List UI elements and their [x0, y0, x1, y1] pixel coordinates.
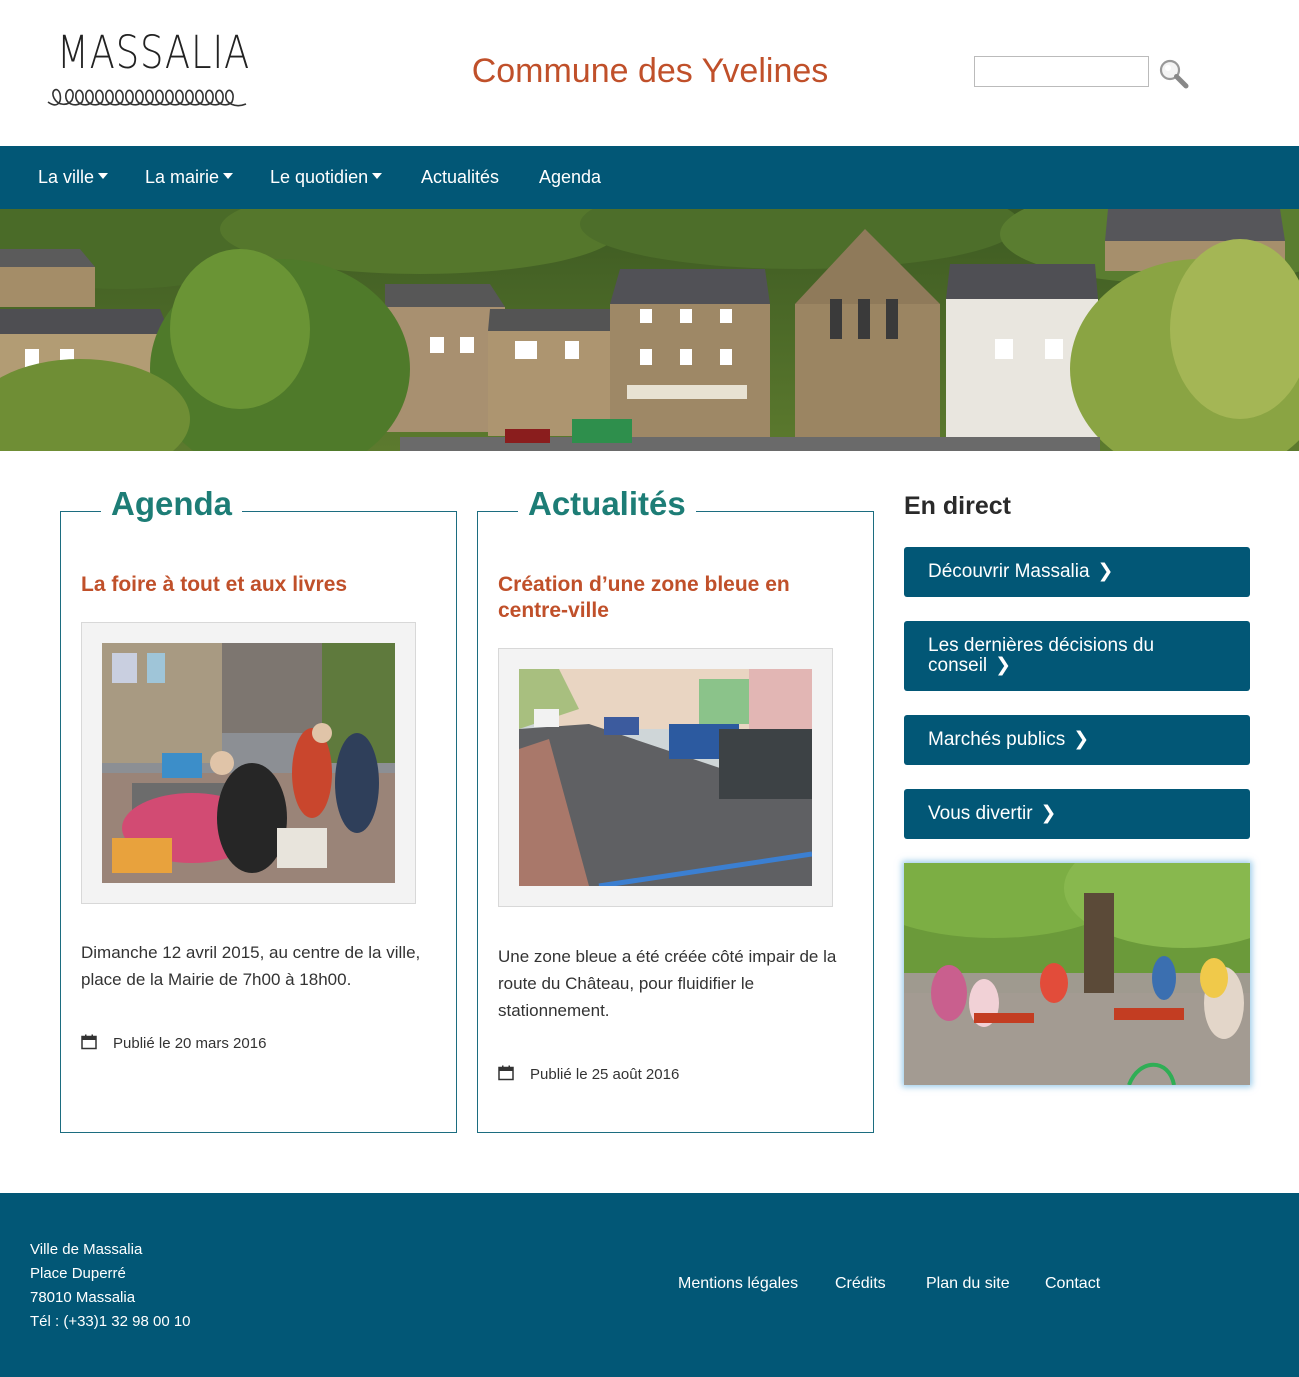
street-photo	[519, 669, 812, 886]
flea-market-photo	[102, 643, 395, 883]
hero-banner-image	[0, 209, 1299, 451]
village-photo	[0, 209, 1299, 451]
button-label: Découvrir Massalia	[928, 561, 1090, 582]
site-logo[interactable]: MASSALIA	[46, 26, 250, 112]
chevron-right-icon: ❯	[1040, 803, 1057, 824]
nav-item-label: Agenda	[539, 167, 602, 187]
footer-link-sitemap[interactable]: Plan du site	[926, 1275, 1010, 1293]
nav-item-la-mairie[interactable]: La mairie	[145, 166, 234, 188]
button-label: Vous divertir	[928, 803, 1033, 824]
caret-down-icon	[372, 173, 383, 180]
magnifier-icon	[1159, 59, 1189, 89]
site-footer: Ville de Massalia Place Duperré 78010 Ma…	[0, 1193, 1299, 1377]
nav-item-le-quotidien[interactable]: Le quotidien	[270, 166, 383, 188]
nav-item-label: La ville	[38, 167, 95, 187]
logo-text: MASSALIA	[57, 26, 251, 79]
button-label: Marchés publics	[928, 729, 1066, 750]
agenda-published: Publié le 20 mars 2016	[81, 1034, 267, 1052]
footer-link-contact[interactable]: Contact	[1045, 1275, 1100, 1293]
news-photo-frame[interactable]	[498, 648, 833, 907]
news-text: Une zone bleue a été créée côté impair d…	[498, 947, 837, 1020]
footer-address: Ville de Massalia Place Duperré 78010 Ma…	[30, 1238, 191, 1334]
playground-photo[interactable]	[904, 863, 1250, 1085]
news-heading: Actualités	[518, 484, 696, 524]
chevron-right-icon: ❯	[995, 655, 1012, 676]
address-line: Place Duperré	[30, 1265, 126, 1282]
nav-item-agenda[interactable]: Agenda	[539, 166, 601, 188]
news-published-text: Publié le 25 août 2016	[530, 1066, 680, 1083]
agenda-text: Dimanche 12 avril 2015, au centre de la …	[81, 943, 421, 989]
discover-massalia-button[interactable]: Découvrir Massalia ❯	[904, 547, 1250, 597]
address-line: Tél : (+33)1 32 98 00 10	[30, 1313, 191, 1330]
nav-item-la-ville[interactable]: La ville	[38, 166, 109, 188]
button-label: Les dernières décisions du conseil	[928, 635, 1155, 676]
calendar-icon	[81, 1034, 97, 1050]
agenda-headline[interactable]: La foire à tout et aux livres	[81, 572, 441, 598]
news-published: Publié le 25 août 2016	[498, 1065, 680, 1083]
logo-loops-decoration	[47, 88, 247, 107]
news-headline[interactable]: Création d’une zone bleue en centre-vill…	[498, 572, 838, 624]
entertainment-button[interactable]: Vous divertir ❯	[904, 789, 1250, 839]
playground-image	[904, 863, 1250, 1085]
nav-item-label: La mairie	[145, 167, 220, 187]
agenda-photo-frame[interactable]	[81, 622, 416, 904]
nav-item-actualites[interactable]: Actualités	[421, 166, 499, 188]
search-input[interactable]	[974, 56, 1149, 87]
agenda-heading: Agenda	[101, 484, 243, 524]
aside-heading: En direct	[904, 492, 1011, 520]
search-button[interactable]	[1157, 58, 1191, 90]
chevron-right-icon: ❯	[1073, 729, 1090, 750]
nav-item-label: Le quotidien	[270, 167, 369, 187]
address-line: Ville de Massalia	[30, 1241, 143, 1258]
footer-link-credits[interactable]: Crédits	[835, 1275, 886, 1293]
caret-down-icon	[223, 173, 234, 180]
calendar-icon	[498, 1065, 514, 1081]
news-card: Actualités Création d’une zone bleue en …	[477, 484, 874, 1133]
nav-item-label: Actualités	[421, 167, 500, 187]
council-decisions-button[interactable]: Les dernières décisions du conseil ❯	[904, 621, 1250, 691]
agenda-published-text: Publié le 20 mars 2016	[113, 1035, 267, 1052]
site-title: Commune des Yvelines	[471, 52, 829, 90]
public-markets-button[interactable]: Marchés publics ❯	[904, 715, 1250, 765]
chevron-right-icon: ❯	[1097, 561, 1114, 582]
address-line: 78010 Massalia	[30, 1289, 136, 1306]
agenda-card: Agenda La foire à tout et aux livres Dim…	[60, 484, 457, 1133]
caret-down-icon	[98, 173, 109, 180]
site-header: MASSALIA Commune des Yvelines	[0, 0, 1299, 146]
footer-link-legal[interactable]: Mentions légales	[678, 1275, 798, 1293]
main-nav: La ville La mairie Le quotidien Actualit…	[0, 146, 1299, 209]
